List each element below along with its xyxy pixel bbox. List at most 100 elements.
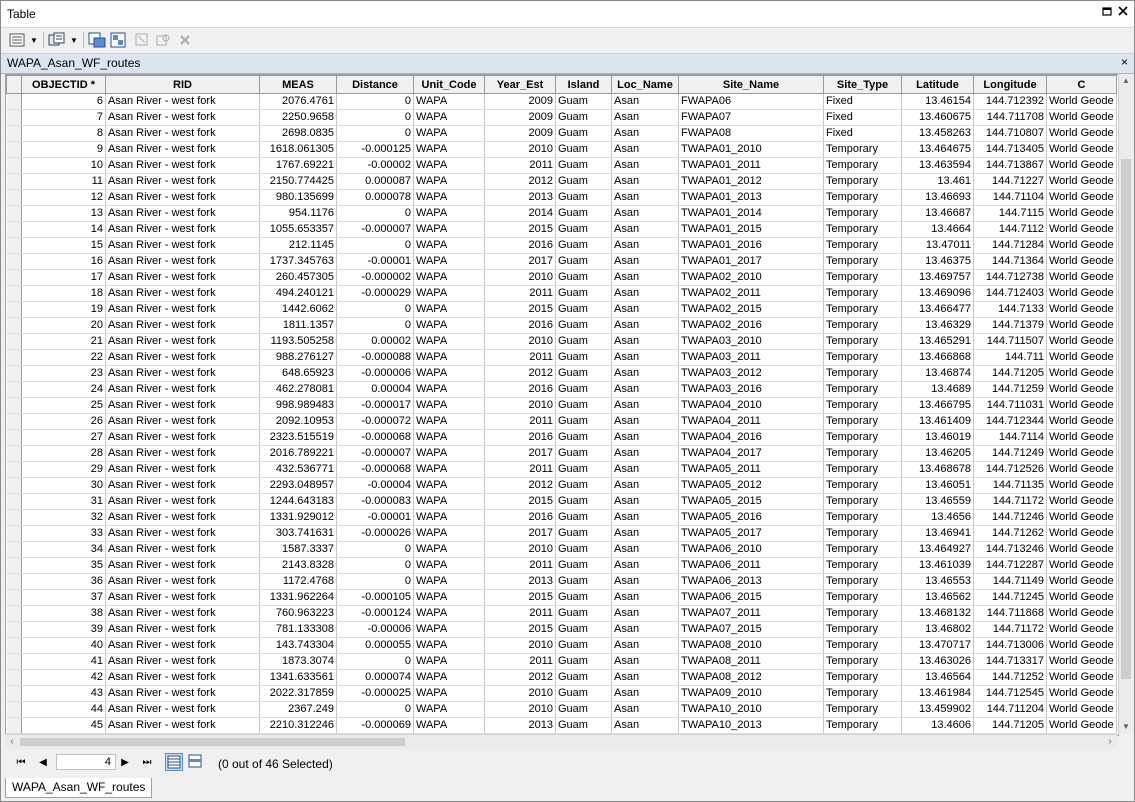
table-cell[interactable]: 0.00004 xyxy=(336,381,414,398)
table-cell[interactable]: Asan River - west fork xyxy=(105,237,260,254)
table-cell[interactable]: 144.71246 xyxy=(973,509,1047,526)
table-cell[interactable]: Guam xyxy=(555,157,612,174)
table-cell[interactable]: 9 xyxy=(21,141,106,158)
table-cell[interactable]: 0 xyxy=(336,557,414,574)
table-cell[interactable]: 143.743304 xyxy=(259,637,337,654)
table-cell[interactable]: WAPA xyxy=(413,477,485,494)
title-bar[interactable]: Table xyxy=(1,1,1134,28)
table-cell[interactable]: TWAPA04_2011 xyxy=(678,413,824,430)
current-record-input[interactable]: 4 xyxy=(56,754,116,770)
column-header[interactable]: Site_Name xyxy=(678,75,824,94)
table-cell[interactable]: Asan xyxy=(611,413,679,430)
table-cell[interactable]: 39 xyxy=(21,621,106,638)
table-cell[interactable]: 2150.774425 xyxy=(259,173,337,190)
table-cell[interactable]: 20 xyxy=(21,317,106,334)
table-cell[interactable]: 144.710807 xyxy=(973,125,1047,142)
scroll-down-icon[interactable]: ▼ xyxy=(1119,720,1133,734)
last-record-icon[interactable]: ⏭ xyxy=(139,755,155,771)
column-header[interactable]: Year_Est xyxy=(484,75,556,94)
table-row[interactable]: 25 Asan River - west fork 998.989483 -0.000… xyxy=(6,397,1117,414)
table-cell[interactable]: World Geode xyxy=(1046,189,1117,206)
table-cell[interactable]: 2011 xyxy=(484,349,556,366)
table-cell[interactable]: TWAPA05_2015 xyxy=(678,493,824,510)
dropdown-arrow-icon[interactable]: ▼ xyxy=(69,31,79,49)
table-cell[interactable]: -0.000124 xyxy=(336,605,414,622)
table-cell[interactable]: WAPA xyxy=(413,685,485,702)
table-cell[interactable]: 2014 xyxy=(484,205,556,222)
table-row[interactable]: 24 Asan River - west fork 462.278081 0.0000… xyxy=(6,381,1117,398)
table-cell[interactable]: 1442.6062 xyxy=(259,301,337,318)
table-cell[interactable]: World Geode xyxy=(1046,333,1117,350)
table-cell[interactable]: Guam xyxy=(555,189,612,206)
table-cell[interactable]: WAPA xyxy=(413,573,485,590)
table-cell[interactable]: Asan River - west fork xyxy=(105,365,260,382)
table-row[interactable]: 34 Asan River - west fork 1587.3337 0 WAPA 20… xyxy=(6,541,1117,558)
table-cell[interactable]: 2323.515519 xyxy=(259,429,337,446)
table-row[interactable]: 27 Asan River - west fork 2323.515519 -0.00… xyxy=(6,429,1117,446)
table-cell[interactable]: WAPA xyxy=(413,125,485,142)
table-cell[interactable]: -0.000017 xyxy=(336,397,414,414)
table-cell[interactable]: -0.000125 xyxy=(336,141,414,158)
table-cell[interactable]: TWAPA08_2011 xyxy=(678,653,824,670)
table-cell[interactable]: Asan River - west fork xyxy=(105,205,260,222)
table-cell[interactable]: TWAPA05_2016 xyxy=(678,509,824,526)
table-cell[interactable]: WAPA xyxy=(413,317,485,334)
table-cell[interactable]: Guam xyxy=(555,605,612,622)
table-cell[interactable]: 13.47011 xyxy=(901,237,974,254)
table-cell[interactable]: 13.4689 xyxy=(901,381,974,398)
table-row[interactable]: 30 Asan River - west fork 2293.048957 -0.00… xyxy=(6,477,1117,494)
table-cell[interactable]: WAPA xyxy=(413,669,485,686)
table-cell[interactable]: World Geode xyxy=(1046,269,1117,286)
table-cell[interactable]: World Geode xyxy=(1046,349,1117,366)
table-cell[interactable]: 13.46154 xyxy=(901,93,974,110)
table-cell[interactable]: 0 xyxy=(336,541,414,558)
table-cell[interactable]: 13.46329 xyxy=(901,317,974,334)
row-selector[interactable] xyxy=(6,381,22,398)
row-selector[interactable] xyxy=(6,141,22,158)
table-row[interactable]: 23 Asan River - west fork 648.65923 -0.0000… xyxy=(6,365,1117,382)
table-cell[interactable]: WAPA xyxy=(413,461,485,478)
table-cell[interactable]: Temporary xyxy=(823,141,902,158)
table-cell[interactable]: World Geode xyxy=(1046,237,1117,254)
row-selector[interactable] xyxy=(6,189,22,206)
table-cell[interactable]: Guam xyxy=(555,269,612,286)
table-cell[interactable]: WAPA xyxy=(413,493,485,510)
table-cell[interactable]: Guam xyxy=(555,589,612,606)
table-cell[interactable]: Temporary xyxy=(823,189,902,206)
table-cell[interactable]: 2012 xyxy=(484,669,556,686)
table-cell[interactable]: 2010 xyxy=(484,141,556,158)
table-cell[interactable]: Asan xyxy=(611,637,679,654)
table-cell[interactable]: WAPA xyxy=(413,557,485,574)
table-cell[interactable]: Asan xyxy=(611,189,679,206)
table-cell[interactable]: World Geode xyxy=(1046,573,1117,590)
table-row[interactable]: 13 Asan River - west fork 954.1176 0 WAPA 201… xyxy=(6,205,1117,222)
table-cell[interactable]: 212.1145 xyxy=(259,237,337,254)
table-cell[interactable]: 2010 xyxy=(484,637,556,654)
table-cell[interactable]: 13.460675 xyxy=(901,109,974,126)
table-cell[interactable]: Asan River - west fork xyxy=(105,381,260,398)
table-row[interactable]: 9 Asan River - west fork 1618.061305 -0.000… xyxy=(6,141,1117,158)
table-cell[interactable]: World Geode xyxy=(1046,221,1117,238)
table-cell[interactable]: 13.4606 xyxy=(901,717,974,734)
table-cell[interactable]: WAPA xyxy=(413,701,485,718)
table-cell[interactable]: World Geode xyxy=(1046,173,1117,190)
table-cell[interactable]: Guam xyxy=(555,493,612,510)
table-cell[interactable]: TWAPA06_2010 xyxy=(678,541,824,558)
table-cell[interactable]: WAPA xyxy=(413,605,485,622)
table-cell[interactable]: WAPA xyxy=(413,653,485,670)
table-cell[interactable]: 760.963223 xyxy=(259,605,337,622)
column-header[interactable]: C xyxy=(1046,75,1117,94)
row-selector[interactable] xyxy=(6,637,22,654)
table-cell[interactable]: 144.711031 xyxy=(973,397,1047,414)
table-cell[interactable]: 2015 xyxy=(484,621,556,638)
table-cell[interactable]: Asan xyxy=(611,269,679,286)
table-cell[interactable]: 13.469096 xyxy=(901,285,974,302)
table-cell[interactable]: World Geode xyxy=(1046,557,1117,574)
table-cell[interactable]: WAPA xyxy=(413,205,485,222)
table-cell[interactable]: Asan xyxy=(611,461,679,478)
switch-selection-icon[interactable] xyxy=(109,31,129,49)
table-cell[interactable]: Asan River - west fork xyxy=(105,669,260,686)
table-cell[interactable]: -0.000072 xyxy=(336,413,414,430)
table-cell[interactable]: World Geode xyxy=(1046,461,1117,478)
table-cell[interactable]: 8 xyxy=(21,125,106,142)
